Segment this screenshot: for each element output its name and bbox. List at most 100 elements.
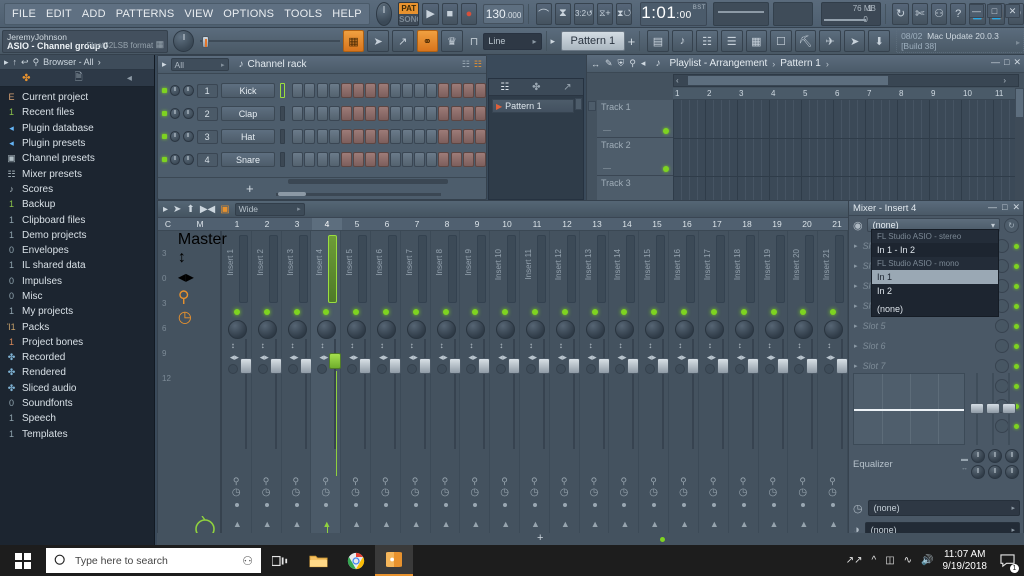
track-lock-icon[interactable]: ⚲ (829, 476, 836, 487)
track-pan-icon[interactable]: ◂▸ (528, 353, 537, 361)
step-button[interactable] (341, 106, 352, 121)
track-route-arrow[interactable]: ▲ (471, 519, 480, 529)
browser-tab-plugin[interactable]: ◂ (127, 73, 132, 84)
track-lock-icon[interactable]: ⚲ (799, 476, 806, 487)
browser-item[interactable]: ὜1 Backup (0, 197, 154, 212)
track-lock-icon[interactable]: ⚲ (322, 476, 329, 487)
playlist-maximize-button[interactable]: □ (1004, 57, 1009, 68)
track-lock-icon[interactable]: ⚲ (352, 476, 359, 487)
channel-enable-led[interactable] (162, 111, 167, 116)
track-pan-icon[interactable]: ◂▸ (558, 353, 567, 361)
track-stereo-sep-icon[interactable]: ↕ (589, 342, 593, 349)
step-button[interactable] (414, 83, 425, 98)
track-record-icon[interactable]: ◷ (411, 487, 420, 498)
search-input[interactable]: Type here to search ⚇ (46, 548, 261, 573)
menu-options[interactable]: OPTIONS (218, 6, 279, 22)
track-route-arrow[interactable]: ▲ (680, 519, 689, 529)
track-enable-led[interactable] (234, 309, 240, 315)
draw-tool-button[interactable]: ▦ (343, 30, 365, 52)
step-button[interactable] (329, 83, 340, 98)
eq-low-gain-knob[interactable] (971, 449, 985, 463)
channel-select-bar[interactable] (280, 152, 285, 167)
audio-driver-panel[interactable]: JeremyJohnson ASIO - Channel group 0 Flo… (2, 30, 168, 53)
scroll-thumb[interactable] (688, 76, 888, 85)
track-record-icon[interactable]: ◷ (232, 487, 241, 498)
browser-back-icon[interactable]: ↩ (21, 57, 29, 68)
pattern-picker-tab-automation[interactable]: ↗ (563, 82, 571, 93)
slot-mix-knob[interactable] (995, 339, 1009, 353)
track-volume-fader[interactable] (300, 358, 312, 374)
pattern-selector[interactable]: Pattern 1 (561, 31, 625, 51)
dropdown-option[interactable]: In 1 - In 2 (872, 243, 998, 257)
channel-select-bar[interactable] (280, 83, 285, 98)
track-pan-knob[interactable] (526, 320, 545, 339)
track-route-arrow[interactable]: ▲ (650, 519, 659, 529)
track-pan-knob[interactable] (615, 320, 634, 339)
track-lock-icon[interactable]: ⚲ (650, 476, 657, 487)
track-lock-icon[interactable]: ⚲ (471, 476, 478, 487)
track-record-icon[interactable]: ◷ (262, 487, 271, 498)
track-volume-fader[interactable] (627, 358, 639, 374)
track-route-arrow[interactable]: ▲ (531, 519, 540, 529)
track-pan-knob[interactable] (794, 320, 813, 339)
step-button[interactable] (451, 152, 462, 167)
step-button[interactable] (438, 106, 449, 121)
track-pan-knob[interactable] (437, 320, 456, 339)
track-pan-knob[interactable] (765, 320, 784, 339)
browser-item[interactable]: ✤ Recorded (0, 350, 154, 365)
track-pan-icon[interactable]: ◂▸ (617, 353, 626, 361)
eq-mid-freq-knob[interactable] (988, 465, 1002, 479)
browser-item[interactable]: ὜1 Demo projects (0, 228, 154, 243)
send-selector[interactable]: (none) (868, 500, 1020, 516)
step-button[interactable] (390, 129, 401, 144)
track-record-icon[interactable]: ◷ (560, 487, 569, 498)
step-button[interactable] (390, 152, 401, 167)
track-stereo-sep-icon[interactable]: ↕ (529, 342, 533, 349)
track-route-arrow[interactable]: ▲ (263, 519, 272, 529)
step-button[interactable] (414, 152, 425, 167)
browser-item[interactable]: ♪ Scores (0, 182, 154, 197)
track-lock-icon[interactable]: ⚲ (442, 476, 449, 487)
playlist-hscrollbar[interactable]: ‹ › (673, 74, 1019, 87)
link-icon[interactable]: ➤ (844, 30, 866, 52)
mixer-track-strip[interactable]: Insert 16 ↕ ◂▸ ⚲ ◷ ▲ (669, 231, 699, 544)
browser-tab-file[interactable]: 🗎 (75, 70, 83, 87)
track-small-knob[interactable] (556, 364, 566, 374)
channel-enable-led[interactable] (162, 88, 167, 93)
track-route-arrow[interactable]: ▲ (620, 519, 629, 529)
step-button[interactable] (353, 106, 364, 121)
step-button[interactable] (378, 83, 389, 98)
step-button[interactable] (353, 152, 364, 167)
mixer-track-number[interactable]: 17 (702, 218, 732, 230)
help-icon[interactable]: ? (950, 3, 966, 25)
slot-expand-icon[interactable]: ▸ (854, 362, 858, 370)
track-pan-knob[interactable] (645, 320, 664, 339)
show-hidden-icons[interactable]: ^ (872, 555, 877, 566)
track-record-icon[interactable]: ◷ (530, 487, 539, 498)
track-volume-fader[interactable] (359, 358, 371, 374)
track-enable-led[interactable] (592, 309, 598, 315)
mixer-track-strip[interactable]: Insert 15 ↕ ◂▸ ⚲ ◷ ▲ (639, 231, 669, 544)
playlist-icon[interactable]: ▤ (647, 30, 669, 52)
track-volume-fader[interactable] (508, 358, 520, 374)
track-stereo-sep-icon[interactable]: ↕ (738, 342, 742, 349)
step-button[interactable] (426, 106, 437, 121)
slot-expand-icon[interactable]: ▸ (854, 322, 858, 330)
mixer-swap-icon[interactable]: ▶◀ (200, 204, 215, 215)
step-button[interactable] (451, 106, 462, 121)
step-button[interactable] (475, 152, 486, 167)
browser-item[interactable]: ◂ Plugin presets (0, 136, 154, 151)
step-button[interactable] (317, 129, 328, 144)
eq-mid-gain-knob[interactable] (988, 449, 1002, 463)
track-pan-icon[interactable]: ◂▸ (588, 353, 597, 361)
track-lock-icon[interactable]: ⚲ (770, 476, 777, 487)
browser-item[interactable]: ὜0 Impulses (0, 274, 154, 289)
step-button[interactable] (402, 152, 413, 167)
step-button[interactable] (414, 129, 425, 144)
track-enable-led[interactable] (532, 309, 538, 315)
browser-item[interactable]: ☷ Mixer presets (0, 166, 154, 181)
mixer-route-icon[interactable]: ➤ (173, 204, 181, 215)
scroll-left-icon[interactable]: ‹ (676, 76, 679, 85)
track-enable-led[interactable] (830, 309, 836, 315)
mute-tool-button[interactable]: ♛ (441, 30, 463, 52)
